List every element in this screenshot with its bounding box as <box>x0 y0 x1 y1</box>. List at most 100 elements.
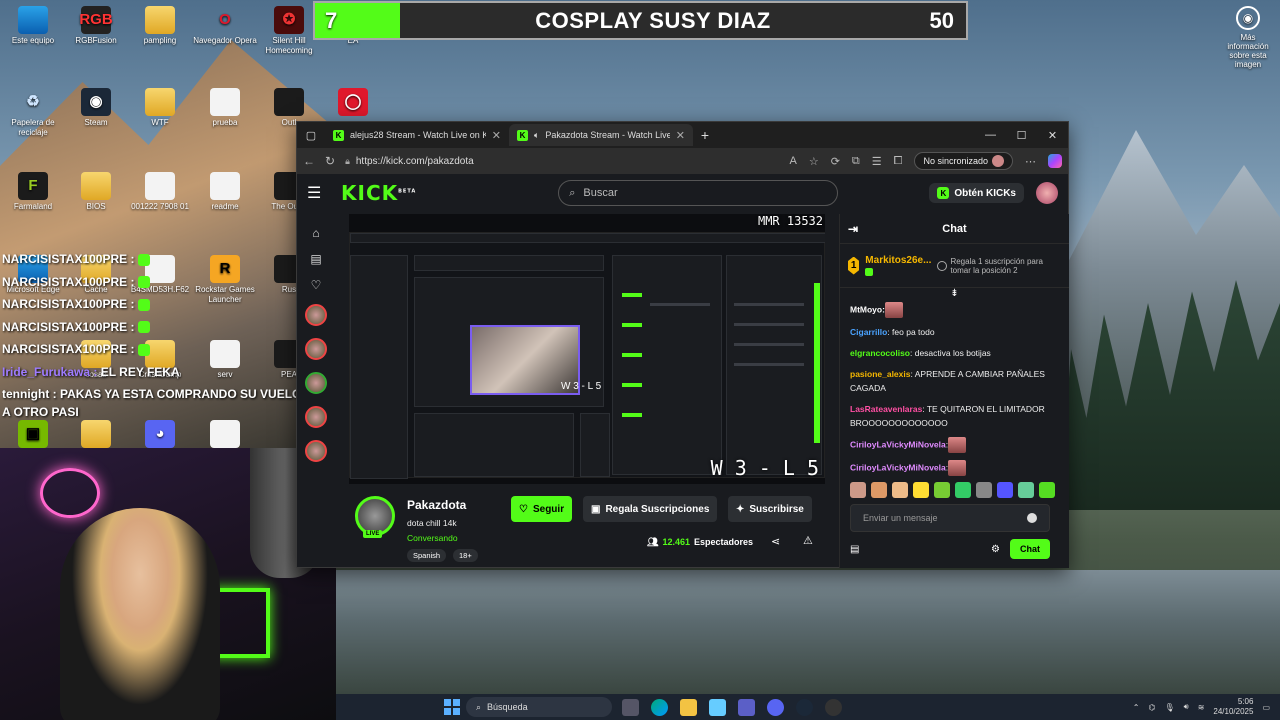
desktop-icon[interactable]: F Farmaland <box>0 172 66 212</box>
speaker-icon[interactable]: 🔈︎ <box>534 130 539 141</box>
network-icon[interactable]: ⌬ <box>1149 703 1156 712</box>
emote[interactable] <box>913 482 929 498</box>
followed-channel-avatar[interactable] <box>305 338 327 360</box>
user-avatar[interactable] <box>1036 182 1058 204</box>
gift-callout[interactable]: Regala 1 suscripción para tomar la posic… <box>937 257 1061 275</box>
tag-age[interactable]: 18+ <box>453 549 478 562</box>
chat-username[interactable]: elgrancocoliso <box>850 348 910 358</box>
discord-icon[interactable] <box>767 698 784 716</box>
desktop-icon[interactable]: prueba <box>192 88 258 128</box>
windows-start-icon[interactable] <box>444 699 460 715</box>
window-menu-icon[interactable]: ▢ <box>297 129 325 142</box>
followed-channel-avatar[interactable] <box>305 304 327 326</box>
report-icon[interactable]: ⚠ <box>803 534 813 547</box>
steam-icon[interactable] <box>796 698 813 716</box>
emote[interactable] <box>976 482 992 498</box>
store-icon[interactable]: ▤ <box>850 544 859 555</box>
leaderboard-user[interactable]: Markitos26e... <box>865 255 931 276</box>
followed-channel-avatar[interactable] <box>305 406 327 428</box>
more-menu-icon[interactable]: ⋯ <box>1025 155 1036 168</box>
emote[interactable] <box>1039 482 1055 498</box>
desktop-icon[interactable]: pampling <box>127 6 193 46</box>
close-window-button[interactable]: ✕ <box>1037 129 1068 142</box>
home-icon[interactable]: ⌂ <box>312 226 319 240</box>
desktop-icon[interactable] <box>192 420 258 450</box>
emote[interactable] <box>934 482 950 498</box>
notification-icon[interactable]: ▭ <box>1262 703 1270 712</box>
desktop-icon[interactable]: O Navegador Opera <box>192 6 258 46</box>
desktop-icon[interactable]: ◉ Steam <box>63 88 129 128</box>
microphone-icon[interactable]: 🎙︎ <box>1164 703 1174 712</box>
reload-button[interactable]: ↻ <box>325 154 335 168</box>
emoji-icon[interactable] <box>1027 513 1037 523</box>
obs-icon[interactable] <box>825 698 842 716</box>
desktop-icon[interactable]: readme <box>192 172 258 212</box>
close-icon[interactable]: ✕ <box>676 129 685 142</box>
task-view-icon[interactable] <box>622 698 639 716</box>
collapse-chat-icon[interactable]: ⇥ <box>848 222 858 236</box>
file-explorer-icon[interactable] <box>680 698 697 716</box>
desktop-icon[interactable]: RGB RGBFusion <box>63 6 129 46</box>
emote[interactable] <box>1018 482 1034 498</box>
desktop-icon[interactable]: BIOS <box>63 172 129 212</box>
favorite-star-icon[interactable]: ☆ <box>809 155 819 168</box>
close-icon[interactable]: ✕ <box>492 129 501 142</box>
stream-category[interactable]: Conversando <box>407 533 458 543</box>
clock[interactable]: 5:06 24/10/2025 <box>1213 697 1253 717</box>
maximize-button[interactable]: ☐ <box>1006 129 1037 142</box>
desktop-icon[interactable]: 001222 7908 01 <box>127 172 193 212</box>
desktop-icon[interactable]: WTF <box>127 88 193 128</box>
wifi-icon[interactable]: ≋ <box>1198 703 1205 712</box>
favorites-icon[interactable]: ☰ <box>872 155 882 168</box>
search-input[interactable]: ⌕ Buscar <box>558 180 839 206</box>
gift-subs-button[interactable]: ▣ Regala Suscripciones <box>583 496 718 522</box>
following-heart-icon[interactable]: ♡ <box>311 278 322 292</box>
chat-username[interactable]: CiriloyLaVickyMiNovela <box>850 439 946 449</box>
copilot-icon[interactable] <box>1048 154 1062 168</box>
tag-language[interactable]: Spanish <box>407 549 447 562</box>
followed-channel-avatar[interactable] <box>305 372 327 394</box>
send-chat-button[interactable]: Chat <box>1010 539 1050 559</box>
collections-icon[interactable]: ⧠ <box>894 155 903 168</box>
followed-channel-avatar[interactable] <box>305 440 327 462</box>
wallpaper-info[interactable]: ◉ Más información sobre esta imagen <box>1220 6 1276 69</box>
emote[interactable] <box>997 482 1013 498</box>
minimize-button[interactable]: — <box>975 129 1006 142</box>
emote[interactable] <box>955 482 971 498</box>
store-icon[interactable] <box>709 698 726 716</box>
tray-expand-icon[interactable]: ⌃ <box>1133 703 1140 712</box>
kick-logo[interactable]: KICKBETA <box>341 181 416 205</box>
chevron-down-icon[interactable]: ⇟ <box>840 288 1069 302</box>
video-player[interactable]: MMR 13532 W 3 - L 5 W 3 - L 5 <box>349 214 825 484</box>
channel-name[interactable]: Pakazdota <box>407 498 466 512</box>
chat-username[interactable]: CiriloyLaVickyMiNovela <box>850 462 946 472</box>
volume-icon[interactable]: 🔊︎ <box>1184 702 1189 712</box>
chat-username[interactable]: MtMoyo: <box>850 304 885 314</box>
new-tab-button[interactable]: + <box>693 127 717 143</box>
emote[interactable] <box>892 482 908 498</box>
read-aloud-icon[interactable]: A <box>789 155 796 167</box>
desktop-icon[interactable]: ♻ Papelera de reciclaje <box>0 88 66 138</box>
chat-username[interactable]: LasRateavenlaras <box>850 404 922 414</box>
desktop-icon[interactable]: ▣ <box>0 420 66 450</box>
tab-alejus28[interactable]: K alejus28 Stream - Watch Live on K ✕ <box>325 124 509 146</box>
desktop-icon[interactable]: Este equipo <box>0 6 66 46</box>
back-button[interactable]: ← <box>303 154 315 168</box>
gear-icon[interactable]: ⚙ <box>991 544 1000 555</box>
follow-button[interactable]: ♡ Seguir <box>511 496 573 522</box>
tab-pakazdota[interactable]: K 🔈︎ Pakazdota Stream - Watch Live on ✕ <box>509 124 693 146</box>
emote[interactable] <box>850 482 866 498</box>
chat-username[interactable]: Cigarrillo <box>850 327 887 337</box>
teams-icon[interactable] <box>738 698 755 716</box>
split-screen-icon[interactable]: ⧉ <box>852 155 860 168</box>
chat-input[interactable]: Enviar un mensaje <box>850 504 1050 532</box>
url-field[interactable]: 🔒︎ https://kick.com/pakazdota <box>345 156 779 167</box>
extensions-icon[interactable]: ⟳ <box>831 155 840 168</box>
subscribe-button[interactable]: ✦ Suscribirse <box>728 496 812 522</box>
sync-status-button[interactable]: No sincronizado <box>914 152 1013 170</box>
desktop-icon[interactable] <box>63 420 129 450</box>
emote[interactable] <box>871 482 887 498</box>
get-kicks-button[interactable]: K Obtén KICKs <box>929 183 1024 203</box>
desktop-icon[interactable]: ◯ <box>320 88 386 118</box>
share-icon[interactable]: ⋖ <box>771 535 780 548</box>
